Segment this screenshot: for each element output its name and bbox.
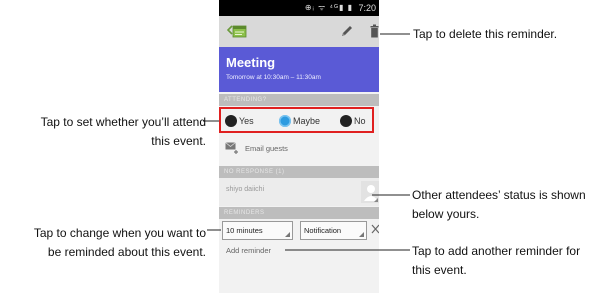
callout-add: Tap to add another reminder for this eve… (412, 242, 612, 280)
callout-attend-line2: this event. (151, 134, 206, 148)
callout-add-line2: this event. (412, 263, 467, 277)
callout-remind-line1: Tap to change when you want to (33, 226, 206, 240)
callout-attendees: Other attendees’ status is shown below y… (412, 186, 612, 224)
callout-add-line1: Tap to add another reminder for (412, 244, 581, 258)
callout-attendees-line1: Other attendees’ status is shown (412, 188, 586, 202)
callout-remind: Tap to change when you want to be remind… (4, 224, 206, 262)
callout-attend-line1: Tap to set whether you’ll attend (40, 115, 206, 129)
callout-attend: Tap to set whether you’ll attend this ev… (10, 113, 206, 151)
callout-remind-line2: be reminded about this event. (47, 245, 206, 259)
callout-attendees-line2: below yours. (412, 207, 480, 221)
callout-delete: Tap to delete this reminder. (413, 27, 558, 41)
